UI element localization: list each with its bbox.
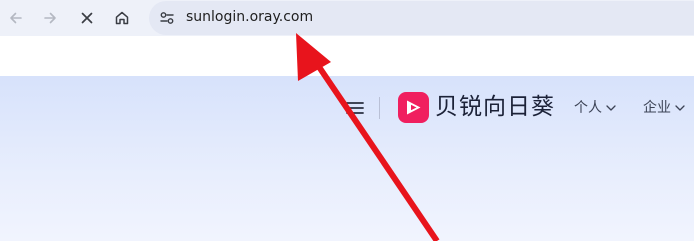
sunlogin-logo[interactable] bbox=[398, 92, 429, 123]
site-info-button[interactable] bbox=[154, 5, 180, 31]
home-button[interactable] bbox=[109, 5, 135, 31]
chevron-down-icon bbox=[675, 105, 685, 111]
stop-button[interactable] bbox=[74, 5, 100, 31]
page-top-band bbox=[0, 36, 694, 76]
logo-icon bbox=[407, 100, 421, 115]
arrow-left-icon bbox=[10, 12, 22, 24]
nav-personal[interactable]: 个人 bbox=[574, 99, 616, 117]
nav-enterprise[interactable]: 企业 bbox=[643, 99, 685, 117]
back-button[interactable] bbox=[3, 5, 29, 31]
brand-name[interactable]: 贝锐向日葵 bbox=[435, 92, 555, 123]
arrow-right-icon bbox=[44, 12, 56, 24]
nav-personal-label: 个人 bbox=[574, 100, 602, 116]
home-icon bbox=[115, 11, 129, 25]
hamburger-icon[interactable] bbox=[346, 99, 364, 117]
address-bar[interactable]: sunlogin.oray.com bbox=[149, 1, 694, 35]
tune-icon bbox=[160, 12, 174, 24]
url-text[interactable]: sunlogin.oray.com bbox=[186, 9, 313, 25]
nav-enterprise-label: 企业 bbox=[643, 100, 671, 116]
close-icon bbox=[81, 12, 93, 24]
browser-toolbar: sunlogin.oray.com bbox=[0, 0, 694, 36]
chevron-down-icon bbox=[606, 105, 616, 111]
header-divider bbox=[379, 97, 380, 119]
forward-button[interactable] bbox=[37, 5, 63, 31]
